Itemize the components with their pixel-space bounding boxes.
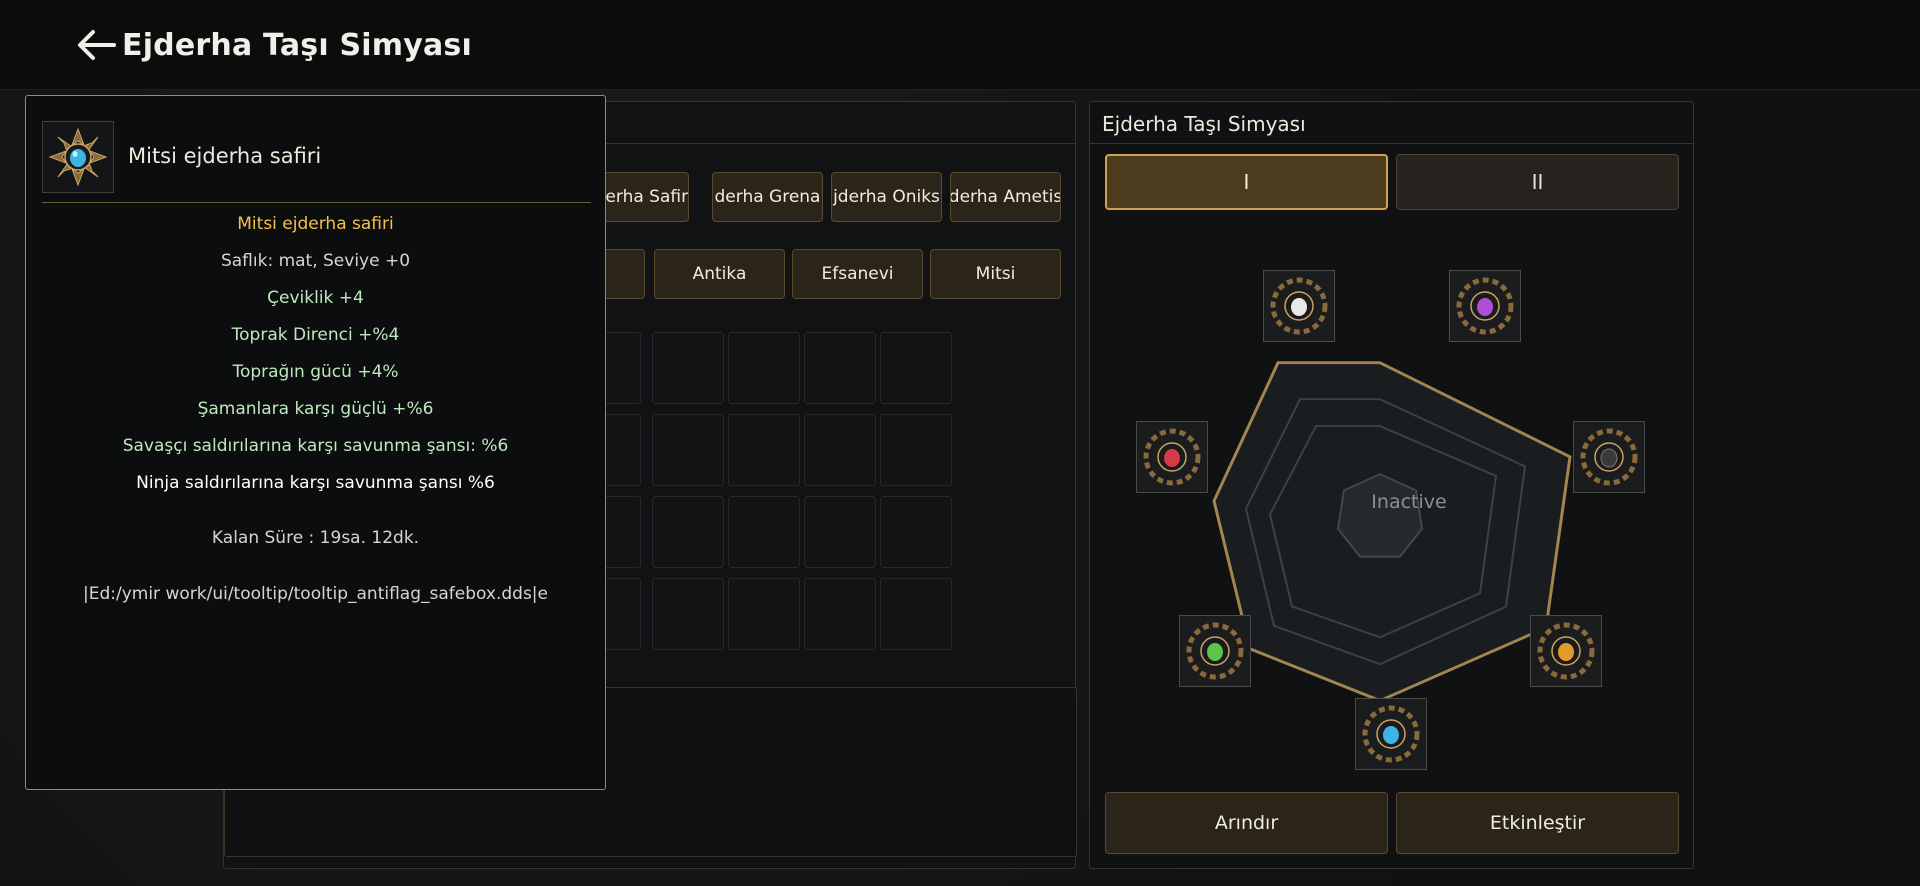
back-arrow-icon[interactable] xyxy=(76,26,118,64)
inventory-slot[interactable] xyxy=(652,496,724,568)
amethyst-gem-icon xyxy=(1456,277,1514,335)
tooltip-stat-line: Savaşçı saldırılarına karşı savunma şans… xyxy=(122,436,509,456)
inventory-slot[interactable] xyxy=(728,578,800,650)
tooltip-stat-line: Toprak Direnci +%4 xyxy=(231,325,400,345)
center-status-label: Inactive xyxy=(1371,491,1447,513)
page-title: Ejderha Taşı Simyası xyxy=(122,28,472,63)
tooltip-divider xyxy=(42,202,591,203)
diamond-gem-icon xyxy=(1270,277,1328,335)
sapphire-gem-icon xyxy=(1362,705,1420,763)
tooltip-title-line: Mitsi ejderha safiri xyxy=(237,214,394,234)
tooltip-stat-line: Şamanlara karşı güçlü +%6 xyxy=(197,399,434,419)
inventory-slot[interactable] xyxy=(804,332,876,404)
activate-button[interactable]: Etkinleştir xyxy=(1396,792,1679,854)
inventory-slot[interactable] xyxy=(880,578,952,650)
inventory-slot[interactable] xyxy=(728,496,800,568)
garnet-gem-icon xyxy=(1537,622,1595,680)
gem-slot-ruby[interactable] xyxy=(1136,421,1208,493)
tooltip-item-name: Mitsi ejderha safiri xyxy=(128,144,322,168)
tooltip-debug-path: |Ed:/ymir work/ui/tooltip/tooltip_antifl… xyxy=(83,584,548,604)
inventory-slot[interactable] xyxy=(728,332,800,404)
panel-divider xyxy=(1090,143,1693,144)
inventory-slot[interactable] xyxy=(804,496,876,568)
inventory-slot[interactable] xyxy=(880,414,952,486)
inventory-slot[interactable] xyxy=(652,332,724,404)
tab-dragon-onyx[interactable]: jderha Oniks xyxy=(831,172,942,222)
tab-dragon-amethyst[interactable]: derha Ametis xyxy=(950,172,1061,222)
tooltip-time-left: Kalan Süre : 19sa. 12dk. xyxy=(211,528,420,548)
gem-slot-sapphire[interactable] xyxy=(1355,698,1427,770)
tab-grade-mythic[interactable]: Mitsi xyxy=(930,249,1061,299)
tooltip-purity-line: Saflık: mat, Seviye +0 xyxy=(220,251,411,271)
tooltip-stat-line: Ninja saldırılarına karşı savunma şansı … xyxy=(136,473,495,493)
inventory-slot[interactable] xyxy=(804,578,876,650)
inventory-slot[interactable] xyxy=(804,414,876,486)
gem-slot-jade[interactable] xyxy=(1179,615,1251,687)
refine-button[interactable]: Arındır xyxy=(1105,792,1388,854)
inventory-slot[interactable] xyxy=(880,496,952,568)
onyx-gem-icon xyxy=(1580,428,1638,486)
inventory-slot[interactable] xyxy=(652,578,724,650)
item-tooltip: Mitsi ejderha safiri Mitsi ejderha safir… xyxy=(25,95,606,790)
gem-slot-onyx[interactable] xyxy=(1573,421,1645,493)
inventory-slot[interactable] xyxy=(880,332,952,404)
jade-gem-icon xyxy=(1186,622,1244,680)
gem-slot-garnet[interactable] xyxy=(1530,615,1602,687)
tab-grade-legendary[interactable]: Efsanevi xyxy=(792,249,923,299)
tab-grade-antique[interactable]: Antika xyxy=(654,249,785,299)
inventory-slot[interactable] xyxy=(652,414,724,486)
gem-slot-diamond[interactable] xyxy=(1263,270,1335,342)
sapphire-gem-icon xyxy=(42,121,114,193)
tab-dragon-garnet[interactable]: derha Grena xyxy=(712,172,823,222)
page-tab-1[interactable]: I xyxy=(1105,154,1388,210)
page-tab-2[interactable]: II xyxy=(1396,154,1679,210)
top-bar: Ejderha Taşı Simyası xyxy=(0,0,1920,90)
gem-slot-amethyst[interactable] xyxy=(1449,270,1521,342)
alchemy-panel-title: Ejderha Taşı Simyası xyxy=(1102,112,1306,136)
inventory-slot[interactable] xyxy=(728,414,800,486)
tooltip-stat-line: Toprağın gücü +4% xyxy=(232,362,399,382)
ruby-gem-icon xyxy=(1143,428,1201,486)
tooltip-stat-line: Çeviklik +4 xyxy=(267,288,364,308)
